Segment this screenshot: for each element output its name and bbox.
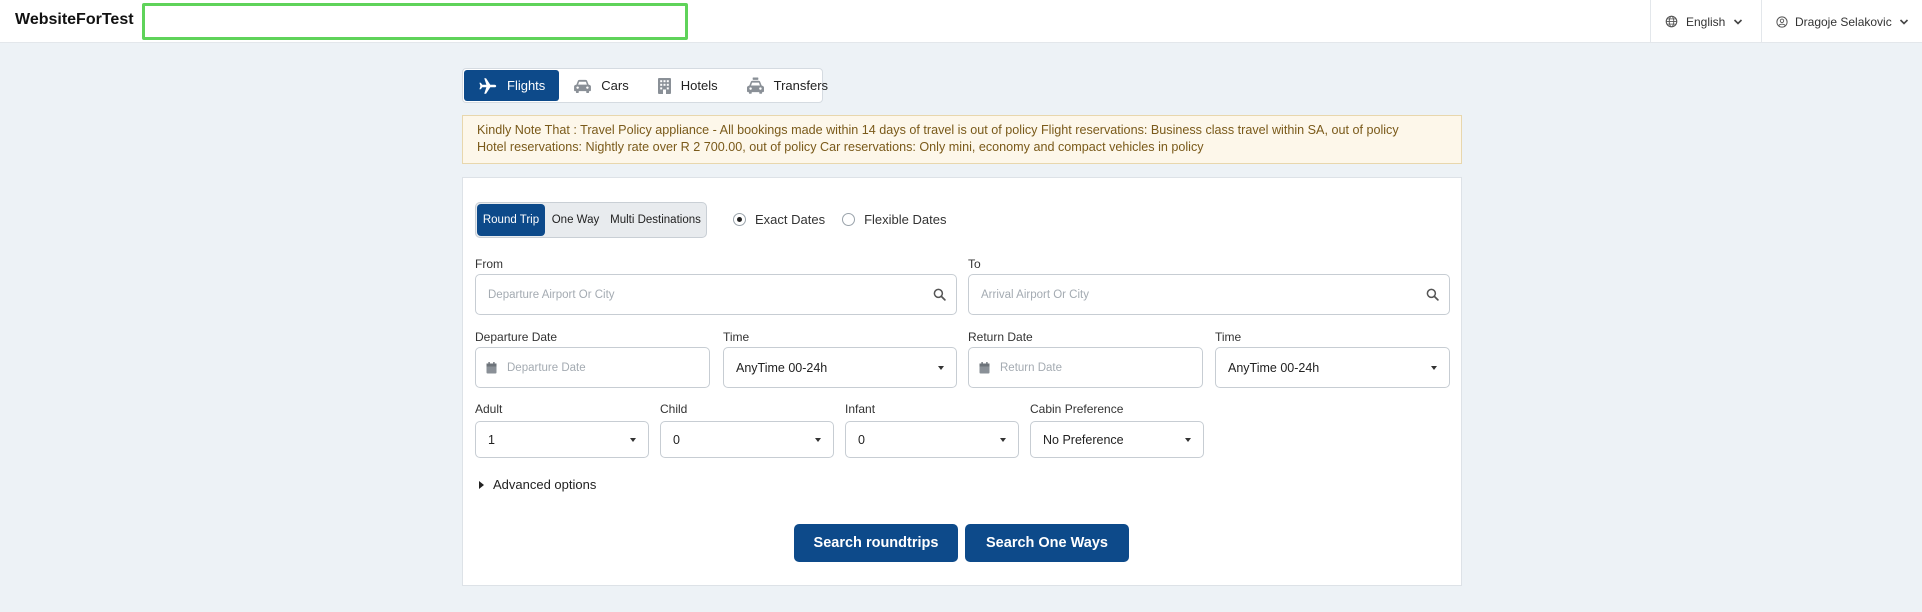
search-icon[interactable] bbox=[1426, 288, 1439, 301]
tab-label: Hotels bbox=[680, 78, 718, 93]
flexible-dates-radio[interactable] bbox=[842, 213, 856, 226]
infant-value: 0 bbox=[858, 432, 865, 447]
search-roundtrips-button[interactable]: Search roundtrips bbox=[794, 524, 958, 562]
hotel-icon bbox=[657, 77, 672, 95]
return-time-label: Time bbox=[1215, 330, 1242, 344]
departure-date-input[interactable] bbox=[497, 361, 709, 374]
return-time-select[interactable]: AnyTime 00-24h bbox=[1215, 347, 1450, 388]
exact-dates-label: Exact Dates bbox=[755, 212, 826, 227]
chevron-down-icon bbox=[1733, 18, 1743, 26]
to-input[interactable] bbox=[969, 288, 1449, 301]
infant-select[interactable]: 0 bbox=[845, 421, 1019, 458]
tab-label: Flights bbox=[507, 78, 546, 93]
departure-date-field[interactable] bbox=[475, 347, 710, 388]
language-selector[interactable]: English bbox=[1650, 0, 1761, 43]
flight-search-card: Round Trip One Way Multi Destinations Ex… bbox=[462, 177, 1462, 586]
flexible-dates-option[interactable]: Flexible Dates bbox=[842, 212, 946, 227]
departure-time-value: AnyTime 00-24h bbox=[736, 360, 828, 375]
search-icon[interactable] bbox=[933, 288, 946, 301]
trip-round-trip[interactable]: Round Trip bbox=[477, 204, 545, 236]
cabin-preference-select[interactable]: No Preference bbox=[1030, 421, 1204, 458]
caret-right-icon bbox=[479, 480, 484, 489]
departure-time-label: Time bbox=[723, 330, 750, 344]
top-bar: WebsiteForTest English Dragoje Selakovic bbox=[0, 0, 1922, 43]
taxi-icon bbox=[746, 77, 765, 94]
return-date-input[interactable] bbox=[990, 361, 1202, 374]
calendar-icon bbox=[486, 361, 497, 374]
child-value: 0 bbox=[673, 432, 680, 447]
flexible-dates-label: Flexible Dates bbox=[864, 212, 947, 227]
tab-transfers[interactable]: Transfers bbox=[732, 70, 842, 101]
from-input[interactable] bbox=[476, 288, 956, 301]
chevron-down-icon bbox=[1899, 18, 1909, 26]
caret-down-icon bbox=[1431, 365, 1437, 370]
adult-label: Adult bbox=[475, 402, 503, 416]
user-circle-icon bbox=[1776, 15, 1788, 28]
child-select[interactable]: 0 bbox=[660, 421, 834, 458]
advanced-options-toggle[interactable]: Advanced options bbox=[479, 477, 596, 492]
caret-down-icon bbox=[1000, 437, 1006, 442]
exact-dates-option[interactable]: Exact Dates bbox=[733, 212, 825, 227]
adult-select[interactable]: 1 bbox=[475, 421, 649, 458]
from-label: From bbox=[475, 257, 503, 271]
trip-type-selector: Round Trip One Way Multi Destinations bbox=[475, 202, 707, 238]
cabin-preference-label: Cabin Preference bbox=[1030, 402, 1124, 416]
tab-hotels[interactable]: Hotels bbox=[643, 70, 732, 101]
return-date-field[interactable] bbox=[968, 347, 1203, 388]
brand-logo[interactable]: WebsiteForTest bbox=[15, 11, 134, 29]
travel-policy-notice: Kindly Note That : Travel Policy applian… bbox=[462, 115, 1462, 164]
language-label: English bbox=[1686, 14, 1726, 29]
tab-label: Transfers bbox=[773, 78, 829, 93]
return-date-label: Return Date bbox=[968, 330, 1033, 344]
service-tabs: Flights Cars Hotels Transfers bbox=[462, 68, 828, 103]
globe-icon bbox=[1665, 15, 1678, 28]
departure-date-label: Departure Date bbox=[475, 330, 558, 344]
return-time-value: AnyTime 00-24h bbox=[1228, 360, 1320, 375]
trip-multi-destinations[interactable]: Multi Destinations bbox=[606, 204, 705, 236]
car-icon bbox=[573, 78, 592, 93]
notice-line: Kindly Note That : Travel Policy applian… bbox=[477, 123, 1399, 137]
from-field[interactable] bbox=[475, 274, 957, 315]
caret-down-icon bbox=[815, 437, 821, 442]
caret-down-icon bbox=[1185, 437, 1191, 442]
tab-label: Cars bbox=[601, 78, 629, 93]
header-search-input[interactable] bbox=[142, 3, 688, 40]
user-name: Dragoje Selakovic bbox=[1795, 14, 1892, 29]
user-menu[interactable]: Dragoje Selakovic bbox=[1761, 0, 1922, 43]
date-mode-radio-group: Exact Dates Flexible Dates bbox=[733, 212, 963, 227]
search-one-ways-button[interactable]: Search One Ways bbox=[965, 524, 1129, 562]
tab-flights[interactable]: Flights bbox=[464, 70, 560, 101]
exact-dates-radio[interactable] bbox=[733, 213, 746, 226]
notice-line: Hotel reservations: Nightly rate over R … bbox=[477, 140, 1204, 154]
adult-value: 1 bbox=[488, 432, 495, 447]
trip-one-way[interactable]: One Way bbox=[545, 204, 606, 236]
infant-label: Infant bbox=[845, 402, 876, 416]
to-label: To bbox=[968, 257, 981, 271]
advanced-options-label: Advanced options bbox=[493, 477, 597, 492]
departure-time-select[interactable]: AnyTime 00-24h bbox=[723, 347, 957, 388]
tab-cars[interactable]: Cars bbox=[559, 70, 642, 101]
caret-down-icon bbox=[938, 365, 944, 370]
to-field[interactable] bbox=[968, 274, 1450, 315]
calendar-icon bbox=[979, 361, 990, 374]
cabin-preference-value: No Preference bbox=[1043, 432, 1124, 447]
airplane-icon bbox=[478, 77, 498, 95]
caret-down-icon bbox=[630, 437, 636, 442]
child-label: Child bbox=[660, 402, 688, 416]
